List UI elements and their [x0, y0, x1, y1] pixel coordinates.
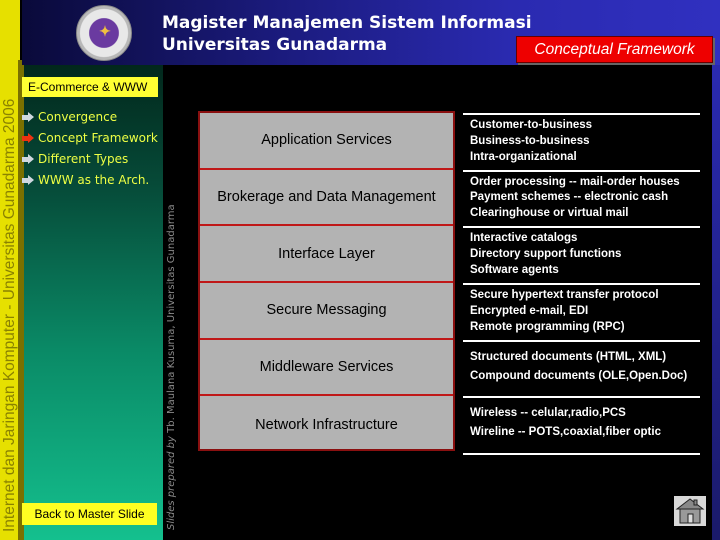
layer-descriptions: Customer-to-business Business-to-busines… — [463, 113, 700, 456]
arrow-right-icon — [22, 174, 34, 185]
home-icon — [675, 498, 705, 524]
layer-interface: Interface Layer — [200, 226, 453, 284]
title-line-1: Magister Manajemen Sistem Informasi — [162, 13, 532, 33]
desc-line: Secure hypertext transfer protocol — [470, 289, 659, 302]
desc-interface: Interactive catalogs Directory support f… — [463, 226, 700, 283]
home-button[interactable] — [674, 496, 706, 526]
nav-item-different-types[interactable]: Different Types — [22, 148, 158, 169]
desc-network: Wireless -- celular,radio,PCS Wireline -… — [463, 396, 700, 453]
desc-line: Compound documents (OLE,Open.Doc) — [470, 369, 688, 382]
desc-middleware: Structured documents (HTML, XML) Compoun… — [463, 339, 700, 397]
credits-author: Tb. Maulana Kusuma, Universitas Gunadarm… — [166, 204, 177, 433]
nav-item-label: WWW as the Arch. — [38, 172, 150, 187]
nav-item-label: Convergence — [38, 109, 118, 124]
arrow-right-icon — [22, 111, 34, 122]
desc-line: Remote programming (RPC) — [470, 320, 625, 333]
section-tag: E-Commerce & WWW — [22, 77, 158, 97]
layer-stack: Application Services Brokerage and Data … — [198, 111, 455, 451]
desc-line: Order processing -- mail-order houses — [470, 175, 680, 188]
university-logo: ✦ — [76, 5, 132, 61]
nav-list: Convergence Concept Framework Different … — [22, 106, 158, 190]
desc-line: Structured documents (HTML, XML) — [470, 350, 667, 363]
nav-item-label: Concept Framework — [38, 130, 158, 145]
credits-prefix: Slides prepared by — [166, 436, 177, 530]
desc-line: Customer-to-business — [470, 119, 593, 131]
nav-item-label: Different Types — [38, 151, 129, 166]
layer-application-services: Application Services — [200, 113, 453, 170]
title-line-2: Universitas Gunadarma — [162, 35, 388, 55]
back-to-master-button[interactable]: Back to Master Slide — [22, 503, 157, 525]
page-title: Magister Manajemen Sistem Informasi Univ… — [162, 12, 532, 56]
divider — [463, 453, 700, 456]
section-badge: Conceptual Framework — [516, 36, 713, 63]
credits-vertical: Slides prepared by Tb. Maulana Kusuma, U… — [164, 70, 180, 530]
desc-secure-messaging: Secure hypertext transfer protocol Encry… — [463, 283, 700, 340]
desc-line: Interactive catalogs — [470, 232, 578, 245]
desc-line: Encrypted e-mail, EDI — [470, 304, 589, 317]
layer-middleware: Middleware Services — [200, 340, 453, 397]
desc-line: Directory support functions — [470, 248, 622, 261]
desc-line: Business-to-business — [470, 134, 590, 147]
desc-line: Wireless -- celular,radio,PCS — [470, 407, 626, 420]
layer-secure-messaging: Secure Messaging — [200, 283, 453, 340]
nav-item-www-arch[interactable]: WWW as the Arch. — [22, 169, 158, 190]
logo-emblem-icon: ✦ — [99, 23, 111, 39]
desc-line: Intra-organizational — [470, 150, 577, 163]
right-decor-bar — [712, 65, 720, 540]
desc-line: Wireline -- POTS,coaxial,fiber optic — [470, 426, 661, 439]
layer-network: Network Infrastructure — [255, 416, 398, 433]
nav-item-concept-framework[interactable]: Concept Framework — [22, 127, 158, 148]
nav-item-convergence[interactable]: Convergence — [22, 106, 158, 127]
arrow-right-icon — [22, 153, 34, 164]
desc-application-services: Customer-to-business Business-to-busines… — [463, 113, 700, 170]
desc-line: Payment schemes -- electronic cash — [470, 191, 669, 204]
desc-brokerage: Order processing -- mail-order houses Pa… — [463, 169, 700, 227]
course-title-vertical: Internet dan Jaringan Komputer - Univers… — [1, 98, 18, 532]
desc-line: Software agents — [470, 263, 559, 276]
arrow-right-icon — [22, 132, 34, 143]
desc-line: Clearinghouse or virtual mail — [470, 207, 629, 220]
layer-brokerage: Brokerage and Data Management — [200, 170, 453, 227]
